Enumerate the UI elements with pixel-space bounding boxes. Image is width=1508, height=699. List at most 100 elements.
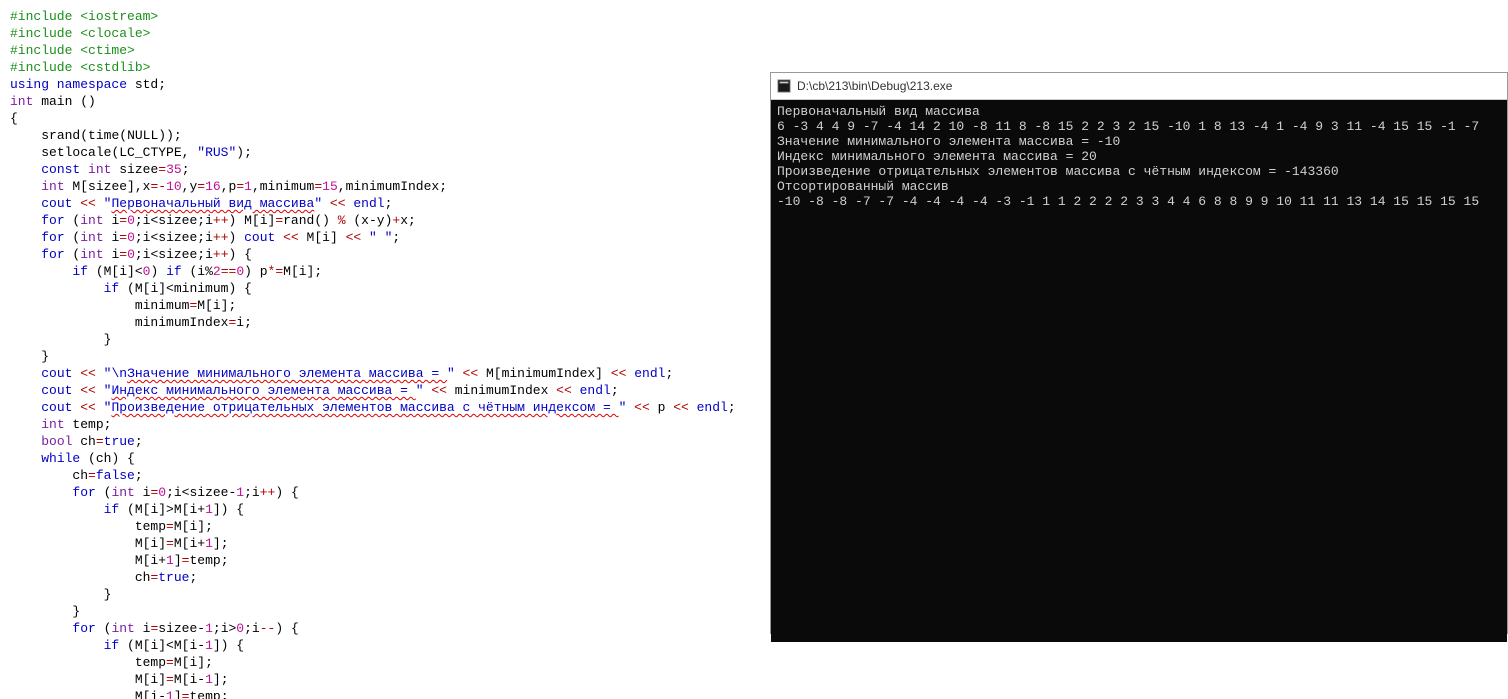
string-literal: Произведение отрицательных элементов мас…	[111, 400, 618, 415]
identifier: i	[104, 247, 120, 262]
assign: ) M[i]	[229, 213, 276, 228]
cout: cout	[41, 383, 72, 398]
semicolon: ;	[221, 536, 229, 551]
close: )	[150, 264, 166, 279]
close: ) p	[244, 264, 267, 279]
semicolon: ;	[158, 77, 166, 92]
semicolon: ;	[189, 570, 197, 585]
close: ]	[213, 672, 221, 687]
semicolon: ;	[244, 145, 252, 160]
operator: <<	[72, 196, 103, 211]
endl: endl	[353, 196, 384, 211]
condition: (M[i]<M[i-	[119, 638, 205, 653]
semicolon: ;	[104, 417, 112, 432]
console-line: -10 -8 -8 -7 -7 -4 -4 -4 -4 -3 -1 1 1 2 …	[777, 194, 1479, 209]
console-line: Отсортированный массив	[777, 179, 949, 194]
console-output[interactable]: Первоначальный вид массива 6 -3 4 4 9 -7…	[771, 100, 1507, 642]
operator: ++	[213, 230, 229, 245]
identifier: M[i]	[283, 264, 314, 279]
string-literal: " "	[369, 230, 392, 245]
console-line: Произведение отрицательных элементов мас…	[777, 164, 1339, 179]
type-int: int	[80, 230, 103, 245]
operator: ++	[213, 213, 229, 228]
identifier: ,minimum	[252, 179, 314, 194]
number: 16	[205, 179, 221, 194]
string-literal: "RUS"	[197, 145, 236, 160]
preprocessor-line: #include <cstdlib>	[10, 60, 150, 75]
string-quote: "	[314, 196, 322, 211]
semicolon: ;	[205, 519, 213, 534]
identifier: temp	[135, 655, 166, 670]
operator: <<	[275, 230, 306, 245]
operator: =	[158, 162, 166, 177]
identifier: i	[135, 485, 151, 500]
number: 1	[244, 179, 252, 194]
number: 1	[166, 689, 174, 699]
cout: cout	[41, 400, 72, 415]
number: 10	[166, 179, 182, 194]
bool-literal: false	[96, 468, 135, 483]
semicolon: ;	[135, 468, 143, 483]
condition: (M[i]<minimum) {	[119, 281, 252, 296]
identifier: setlocale	[41, 145, 111, 160]
brace: {	[283, 485, 299, 500]
console-title: D:\cb\213\bin\Debug\213.exe	[797, 79, 952, 93]
identifier: time	[88, 128, 119, 143]
number: 0	[236, 264, 244, 279]
operator: <<	[72, 366, 103, 381]
app-icon	[777, 79, 791, 93]
identifier: NULL	[127, 128, 158, 143]
operator: =	[119, 213, 127, 228]
identifier: ,y	[182, 179, 198, 194]
semicolon: ;	[728, 400, 736, 415]
identifier: ,p	[221, 179, 237, 194]
number: 1	[205, 638, 213, 653]
string-literal: Значение минимального элемента массива =	[127, 366, 447, 381]
identifier: ch	[72, 468, 88, 483]
identifier: M[i+	[135, 553, 166, 568]
parens: ()	[80, 94, 96, 109]
identifier: main	[33, 94, 80, 109]
string-quote: "	[447, 366, 455, 381]
operator: --	[260, 621, 276, 636]
identifier: ch	[72, 434, 95, 449]
semicolon: ;	[221, 553, 229, 568]
condition: ;i>	[213, 621, 236, 636]
console-window[interactable]: D:\cb\213\bin\Debug\213.exe Первоначальн…	[770, 72, 1508, 634]
operator: <<	[72, 400, 103, 415]
close: ]	[174, 553, 182, 568]
keyword-for: for	[72, 485, 95, 500]
number: 1	[236, 485, 244, 500]
close: ]	[213, 536, 221, 551]
array-brackets: [sizee]	[80, 179, 135, 194]
operator: ++	[260, 485, 276, 500]
brace: {	[236, 247, 252, 262]
number: 1	[205, 536, 213, 551]
number: 1	[205, 672, 213, 687]
condition: ;i<sizee;i	[135, 213, 213, 228]
identifier: ,minimumIndex	[338, 179, 439, 194]
console-titlebar[interactable]: D:\cb\213\bin\Debug\213.exe	[771, 73, 1507, 100]
identifier: M[i-	[135, 689, 166, 699]
identifier: i	[104, 213, 120, 228]
semicolon: ;	[182, 162, 190, 177]
string-literal: Индекс минимального элемента массива =	[111, 383, 415, 398]
identifier: M[i]	[135, 672, 166, 687]
operator: ==	[221, 264, 237, 279]
identifier: ;i	[244, 621, 260, 636]
identifier: LC_CTYPE	[119, 145, 181, 160]
identifier: std	[127, 77, 158, 92]
escape: \n	[111, 366, 127, 381]
identifier: ch	[135, 570, 151, 585]
number: 35	[166, 162, 182, 177]
condition: (ch) {	[80, 451, 135, 466]
brace: {	[283, 621, 299, 636]
close: ]) {	[213, 502, 244, 517]
condition: (i%	[182, 264, 213, 279]
operator: =	[119, 230, 127, 245]
semicolon: ;	[135, 434, 143, 449]
type-int: int	[10, 94, 33, 109]
identifier: M	[65, 179, 81, 194]
condition: ;i<sizee-	[166, 485, 236, 500]
type-int: int	[111, 621, 134, 636]
